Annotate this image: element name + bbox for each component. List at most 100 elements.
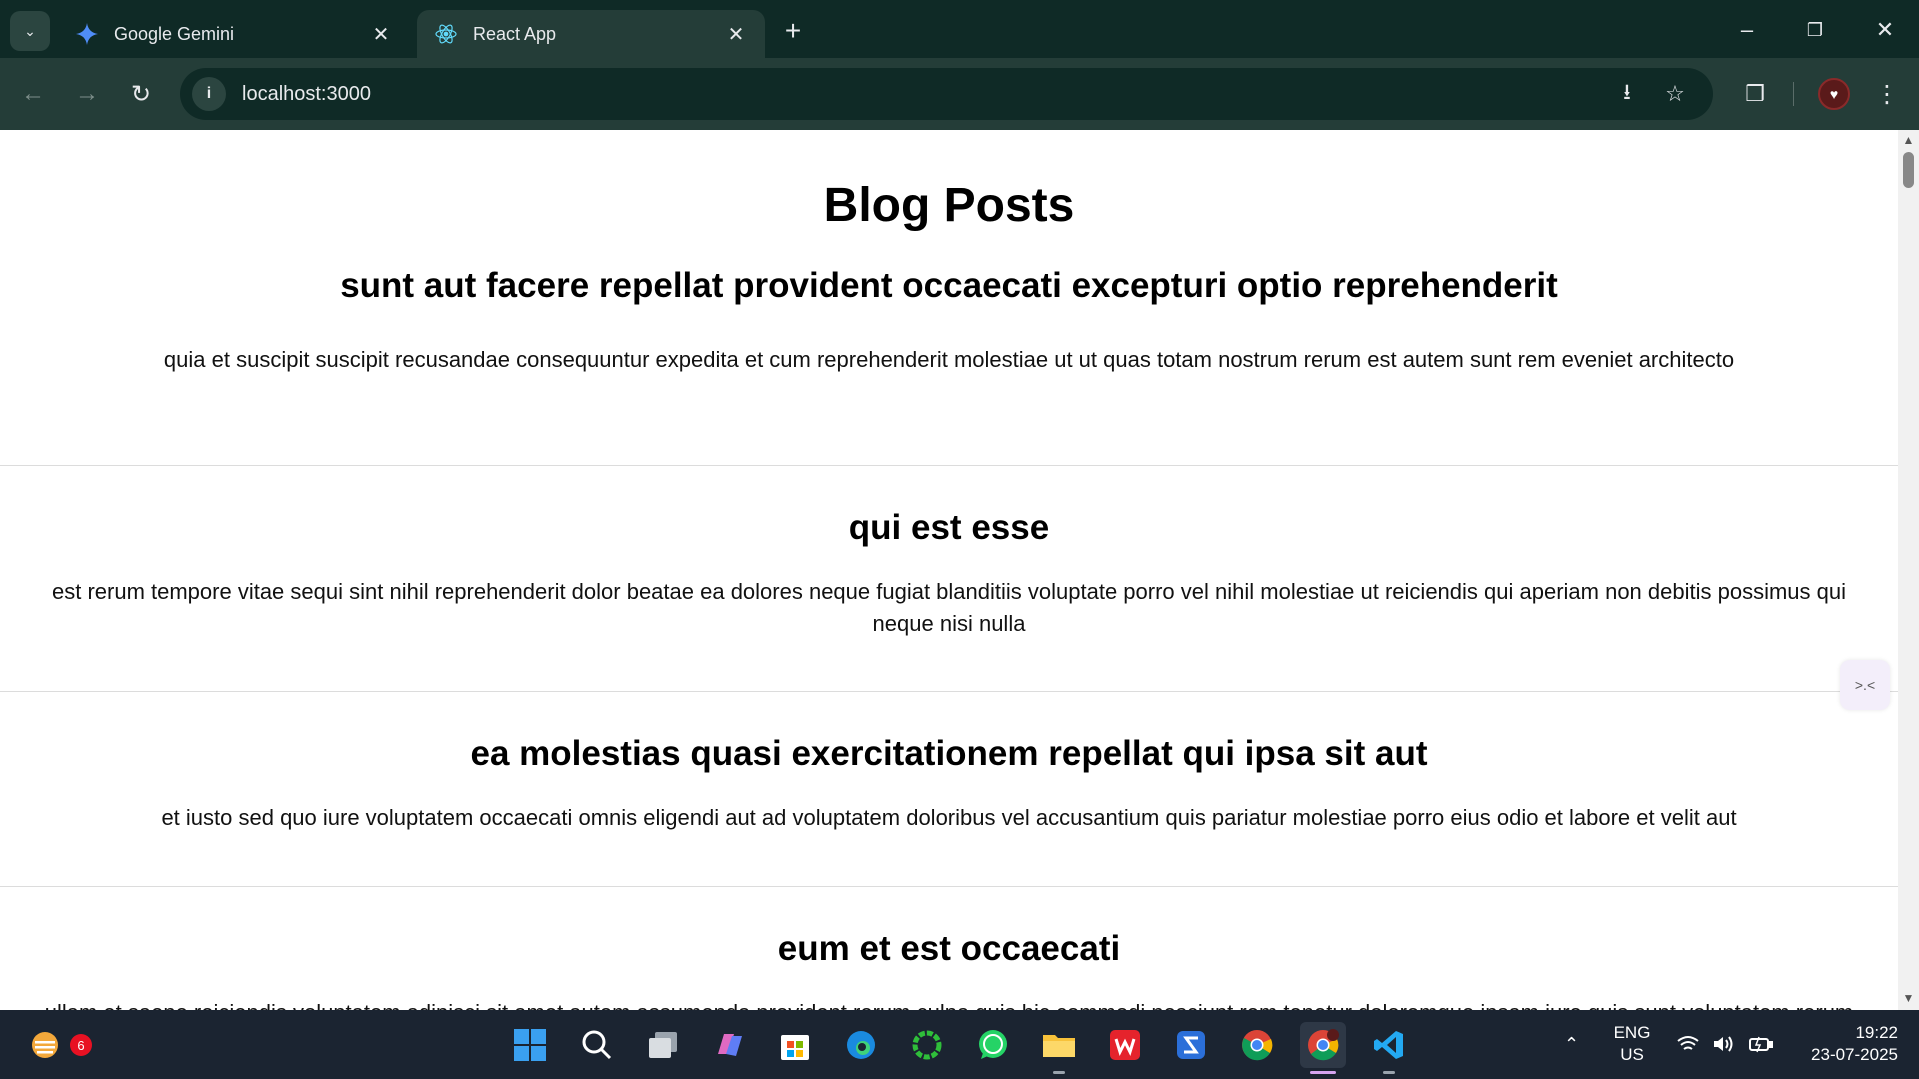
app-s-button[interactable] <box>1168 1022 1214 1068</box>
page-viewport: Blog Posts sunt aut facere repellat prov… <box>0 130 1898 1010</box>
search-icon <box>582 1030 612 1060</box>
restore-icon: ❐ <box>1806 19 1824 40</box>
copilot-icon <box>718 1034 742 1056</box>
post-body: quia et suscipit suscipit recusandae con… <box>163 347 1735 372</box>
battery-icon[interactable] <box>1748 1034 1774 1060</box>
post-title: sunt aut facere repellat provident occae… <box>340 266 1558 305</box>
s-app-icon <box>1177 1031 1205 1059</box>
post-title: ea molestias quasi exercitationem repell… <box>470 734 1428 773</box>
notification-badge: 6 <box>70 1034 92 1056</box>
chrome-icon <box>1242 1030 1273 1061</box>
windows-logo-icon <box>514 1029 546 1061</box>
tab-google-gemini[interactable]: Google Gemini ✕ <box>58 10 410 58</box>
reload-icon: ↻ <box>130 80 152 108</box>
scroll-up-icon[interactable]: ▲ <box>1902 134 1915 147</box>
site-info-icon[interactable]: i <box>192 77 226 111</box>
wps-icon <box>1110 1030 1140 1060</box>
more-vertical-icon: ⋮ <box>1875 80 1899 108</box>
toolbar-divider <box>1793 82 1794 106</box>
plus-icon: + <box>784 15 802 46</box>
post-body: est rerum tempore vitae sequi sint nihil… <box>51 579 1847 636</box>
forward-button[interactable]: → <box>68 75 106 113</box>
chevron-up-icon[interactable]: ⌃ <box>1564 1034 1579 1055</box>
copilot-button[interactable] <box>706 1022 752 1068</box>
clock-time: 19:22 <box>1855 1023 1898 1042</box>
page-title: Blog Posts <box>823 179 1075 232</box>
taskbar: 6 ⌃ ENG US 19:22 23-07-2025 <box>0 1010 1919 1079</box>
minimize-icon: – <box>1740 17 1754 42</box>
avatar-icon: ♥ <box>1829 86 1839 102</box>
search-button[interactable] <box>574 1022 620 1068</box>
blog-post: eum et est occaecati ullam et saepe reic… <box>0 887 1898 1010</box>
minimize-button[interactable]: – <box>1722 8 1772 52</box>
browser-toolbar: ← → ↻ i localhost:3000 ⭳ ☆ ❒ ♥ ⋮ <box>0 58 1919 130</box>
tab-react-app[interactable]: React App ✕ <box>417 10 765 58</box>
language-code: ENG <box>1613 1023 1651 1042</box>
chrome-profile-button[interactable] <box>1300 1022 1346 1074</box>
microsoft-store-button[interactable] <box>772 1022 818 1068</box>
close-icon[interactable]: ✕ <box>723 21 749 47</box>
restore-button[interactable]: ❐ <box>1790 8 1840 52</box>
tab-strip: ⌄ Google Gemini ✕ React App ✕ + – ❐ ✕ <box>0 0 1919 58</box>
extensions-button[interactable]: ❒ <box>1736 75 1774 113</box>
widgets-button[interactable]: 6 <box>22 1022 92 1068</box>
volume-icon[interactable] <box>1712 1034 1736 1060</box>
assistant-icon: >.< <box>1854 677 1876 693</box>
clock-date: 23-07-2025 <box>1811 1045 1898 1064</box>
task-view-button[interactable] <box>640 1022 686 1068</box>
profile-avatar[interactable]: ♥ <box>1818 78 1850 110</box>
menu-button[interactable]: ⋮ <box>1868 75 1906 113</box>
close-window-button[interactable]: ✕ <box>1860 8 1910 52</box>
floating-assistant-widget[interactable]: >.< <box>1840 660 1890 710</box>
whatsapp-icon <box>979 1030 1007 1059</box>
scroll-thumb[interactable] <box>1903 152 1914 188</box>
post-body: ullam et saepe reiciendis voluptatem adi… <box>30 997 1868 1010</box>
post-body: et iusto sed quo iure voluptatem occaeca… <box>161 805 1737 830</box>
puzzle-icon: ❒ <box>1745 81 1765 106</box>
post-title: qui est esse <box>848 508 1050 547</box>
region-code: US <box>1620 1045 1644 1064</box>
wps-office-button[interactable] <box>1102 1022 1148 1068</box>
running-indicator <box>1383 1071 1395 1074</box>
arrow-left-icon: ← <box>21 80 45 107</box>
edge-icon <box>847 1031 875 1059</box>
app-ring-button[interactable] <box>904 1022 950 1068</box>
back-button[interactable]: ← <box>14 75 52 113</box>
tab-title: Google Gemini <box>114 23 235 44</box>
edge-button[interactable] <box>838 1022 884 1068</box>
chevron-down-icon: ⌄ <box>24 22 36 39</box>
blog-post: ea molestias quasi exercitationem repell… <box>0 692 1898 887</box>
bookmark-star-icon[interactable]: ☆ <box>1658 77 1692 111</box>
store-icon <box>781 1035 809 1060</box>
scroll-down-icon[interactable]: ▼ <box>1902 992 1915 1005</box>
active-indicator <box>1310 1071 1336 1074</box>
vscode-icon <box>1374 1031 1403 1059</box>
wifi-icon[interactable] <box>1676 1034 1700 1060</box>
post-title: eum et est occaecati <box>777 929 1121 968</box>
new-tab-button[interactable]: + <box>776 14 810 48</box>
vscode-button[interactable] <box>1366 1022 1412 1074</box>
close-icon: ✕ <box>1875 17 1895 42</box>
whatsapp-button[interactable] <box>970 1022 1016 1068</box>
tab-search-button[interactable]: ⌄ <box>10 11 50 51</box>
vertical-scrollbar[interactable]: ▲ ▼ <box>1898 130 1919 1010</box>
address-bar[interactable]: i localhost:3000 ⭳ ☆ <box>180 68 1713 120</box>
chrome-profile-icon <box>1308 1029 1339 1061</box>
file-explorer-button[interactable] <box>1036 1022 1082 1074</box>
start-button[interactable] <box>507 1022 553 1068</box>
task-view-icon <box>649 1032 677 1058</box>
language-indicator[interactable]: ENG US <box>1612 1022 1652 1066</box>
install-app-icon[interactable]: ⭳ <box>1610 77 1644 111</box>
close-icon[interactable]: ✕ <box>368 21 394 47</box>
chrome-button[interactable] <box>1234 1022 1280 1068</box>
blog-post: sunt aut facere repellat provident occae… <box>0 242 1898 466</box>
ring-app-icon <box>912 1030 942 1060</box>
reload-button[interactable]: ↻ <box>122 75 160 113</box>
widgets-icon <box>32 1032 58 1058</box>
url-text[interactable]: localhost:3000 <box>242 83 371 106</box>
arrow-right-icon: → <box>75 80 99 107</box>
react-icon <box>433 21 459 47</box>
running-indicator <box>1053 1071 1065 1074</box>
blog-post: qui est esse est rerum tempore vitae seq… <box>0 466 1898 692</box>
clock[interactable]: 19:22 23-07-2025 <box>1794 1022 1898 1066</box>
